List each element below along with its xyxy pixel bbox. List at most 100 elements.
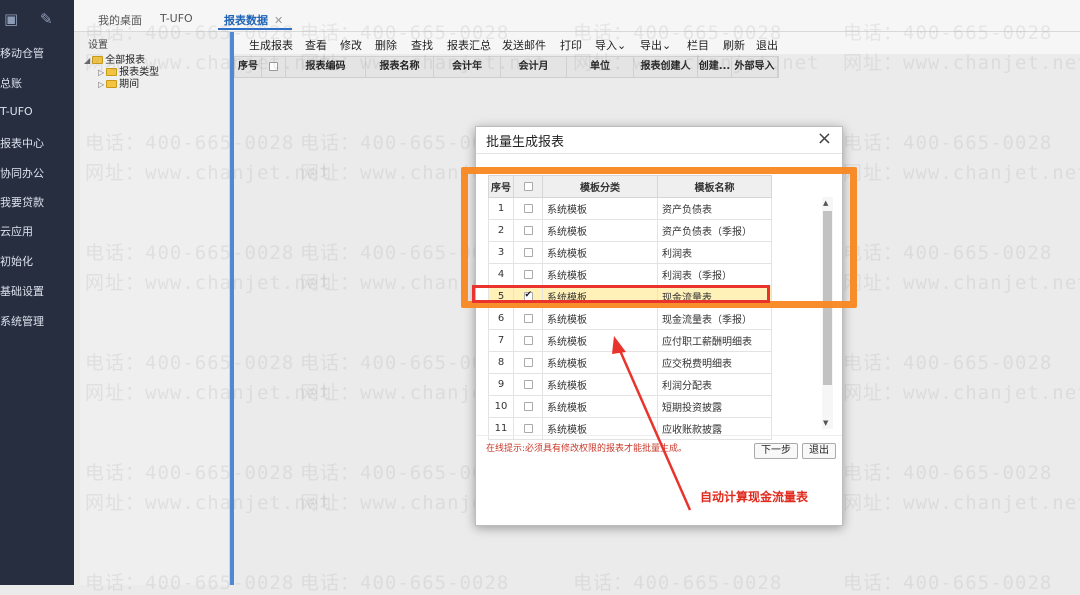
row-number: 4 xyxy=(488,263,514,286)
template-row[interactable]: 5 系统模板现金流量表 xyxy=(488,285,772,308)
dialog-divider xyxy=(476,153,842,154)
grid-column-header: 序号 xyxy=(235,57,262,77)
tab-close-icon[interactable]: ✕ xyxy=(274,14,283,27)
sidebar-top-icons: ▣ ✎ xyxy=(0,10,74,34)
row-check-cell[interactable] xyxy=(513,285,543,308)
row-number: 10 xyxy=(488,395,514,418)
row-check-cell[interactable] xyxy=(513,241,543,264)
sidebar-item[interactable]: 系统管理 xyxy=(0,313,74,329)
grid-select-all-checkbox[interactable] xyxy=(269,61,278,71)
toolbar-button[interactable]: 刷新 xyxy=(723,37,745,53)
tab-my-desktop[interactable]: 我的桌面 xyxy=(98,12,142,28)
row-number: 3 xyxy=(488,241,514,264)
chevron-down-icon: ⌄ xyxy=(617,39,627,52)
sidebar-item[interactable]: 总账 xyxy=(0,75,74,91)
template-table-header: 序号 模板分类 模板名称 xyxy=(488,175,772,198)
template-row[interactable]: 7 系统模板 应付职工薪酬明细表 xyxy=(488,329,772,352)
row-check-cell[interactable] xyxy=(513,197,543,220)
row-checkbox[interactable] xyxy=(523,203,533,213)
template-category: 系统模板 xyxy=(542,285,658,308)
screen-icon[interactable]: ▣ xyxy=(4,10,18,28)
sidebar-item[interactable]: 报表中心 xyxy=(0,135,74,151)
expand-arrow-icon[interactable]: ◢ xyxy=(84,56,90,65)
row-check-cell[interactable] xyxy=(513,373,543,396)
row-checkbox[interactable] xyxy=(523,357,533,367)
template-row[interactable]: 10 系统模板 短期投资披露 xyxy=(488,395,772,418)
template-row[interactable]: 6 系统模板 现金流量表（季报） xyxy=(488,307,772,330)
tree-panel: 设置 ◢ 全部报表 ▷ 报表类型 ▷ 期间 xyxy=(80,32,230,585)
scroll-up-icon[interactable]: ▲ xyxy=(823,199,828,207)
template-row[interactable]: 4 系统模板 利润表（季报） xyxy=(488,263,772,286)
toolbar-button-label: 删除 xyxy=(375,39,397,52)
template-name: 资产负债表（季报） xyxy=(657,219,772,242)
toolbar-button[interactable]: 修改 xyxy=(340,37,362,53)
row-checkbox[interactable] xyxy=(523,269,533,279)
toolbar-button[interactable]: 打印 xyxy=(560,37,582,53)
splitter-bar[interactable] xyxy=(230,32,234,585)
toolbar-button[interactable]: 退出 xyxy=(756,37,778,53)
row-checkbox[interactable] xyxy=(523,423,533,433)
exit-button[interactable]: 退出 xyxy=(802,443,836,459)
row-checkbox[interactable] xyxy=(523,225,533,235)
toolbar-button[interactable]: 导入⌄ xyxy=(595,37,626,53)
row-check-cell[interactable] xyxy=(513,351,543,374)
watermark-site: 网址：www.chanjet.net xyxy=(843,492,1080,514)
select-all-checkbox[interactable] xyxy=(523,181,533,191)
toolbar-button[interactable]: 查看 xyxy=(305,37,327,53)
dialog-title: 批量生成报表 xyxy=(486,135,565,150)
tab-report-data[interactable]: 报表数据 ✕ xyxy=(224,12,283,28)
scroll-down-icon[interactable]: ▼ xyxy=(823,419,828,427)
toolbar-button[interactable]: 栏目 xyxy=(687,37,709,53)
toolbar-button-label: 栏目 xyxy=(687,39,709,52)
row-checkbox[interactable] xyxy=(523,335,533,345)
table-scrollbar[interactable]: ▲ ▼ xyxy=(822,197,833,429)
sidebar-item[interactable]: 我要贷款 xyxy=(0,194,74,210)
watermark-site: 网址：www.chanjet.net xyxy=(843,272,1080,294)
row-number: 8 xyxy=(488,351,514,374)
toolbar-button[interactable]: 生成报表 xyxy=(249,37,293,53)
template-row[interactable]: 11 系统模板 应收账款披露 xyxy=(488,417,772,440)
scrollbar-thumb[interactable] xyxy=(823,211,832,385)
toolbar-button[interactable]: 查找 xyxy=(411,37,433,53)
row-checkbox[interactable] xyxy=(523,313,533,323)
col-header-check[interactable] xyxy=(513,175,543,198)
collapse-arrow-icon[interactable]: ▷ xyxy=(98,80,104,89)
sidebar-item[interactable]: 协同办公 xyxy=(0,165,74,181)
toolbar-button[interactable]: 发送邮件 xyxy=(502,37,546,53)
template-row[interactable]: 3 系统模板 利润表 xyxy=(488,241,772,264)
row-check-cell[interactable] xyxy=(513,307,543,330)
sidebar-item[interactable]: 初始化 xyxy=(0,253,74,269)
template-row[interactable]: 2 系统模板 资产负债表（季报） xyxy=(488,219,772,242)
template-row[interactable]: 9 系统模板 利润分配表 xyxy=(488,373,772,396)
row-check-cell[interactable] xyxy=(513,263,543,286)
row-number: 1 xyxy=(488,197,514,220)
tree-node-period[interactable]: ▷ 期间 xyxy=(98,75,139,90)
close-icon[interactable]: × xyxy=(817,128,832,149)
grid-column-header: 报表创建人 xyxy=(634,57,698,77)
row-check-cell[interactable] xyxy=(513,395,543,418)
template-row[interactable]: 8 系统模板 应交税费明细表 xyxy=(488,351,772,374)
sidebar-item[interactable]: T-UFO xyxy=(0,105,74,118)
template-category: 系统模板 xyxy=(542,263,658,286)
row-check-cell[interactable] xyxy=(513,329,543,352)
template-row[interactable]: 1 系统模板 资产负债表 xyxy=(488,197,772,220)
sidebar-item[interactable]: 移动仓管 xyxy=(0,45,74,61)
row-checkbox[interactable] xyxy=(523,379,533,389)
edit-icon[interactable]: ✎ xyxy=(40,10,53,28)
template-table: 序号 模板分类 模板名称 1 系统模板 资产负债表 2 系统模板 资产负债表（季报） 3 系统… xyxy=(488,175,772,440)
row-check-cell[interactable] xyxy=(513,219,543,242)
row-checkbox[interactable] xyxy=(523,290,533,301)
row-checkbox[interactable] xyxy=(523,247,533,257)
toolbar-button[interactable]: 报表汇总 xyxy=(447,37,491,53)
toolbar-button[interactable]: 导出⌄ xyxy=(640,37,671,53)
toolbar-button[interactable]: 删除 xyxy=(375,37,397,53)
row-checkbox[interactable] xyxy=(523,401,533,411)
sidebar-item[interactable]: 基础设置 xyxy=(0,283,74,299)
sidebar-item[interactable]: 云应用 xyxy=(0,223,74,239)
template-category: 系统模板 xyxy=(542,329,658,352)
next-step-button[interactable]: 下一步 xyxy=(754,443,798,459)
tab-t-ufo[interactable]: T-UFO xyxy=(160,12,193,25)
row-number: 11 xyxy=(488,417,514,440)
row-check-cell[interactable] xyxy=(513,417,543,440)
toolbar-button-label: 查看 xyxy=(305,39,327,52)
